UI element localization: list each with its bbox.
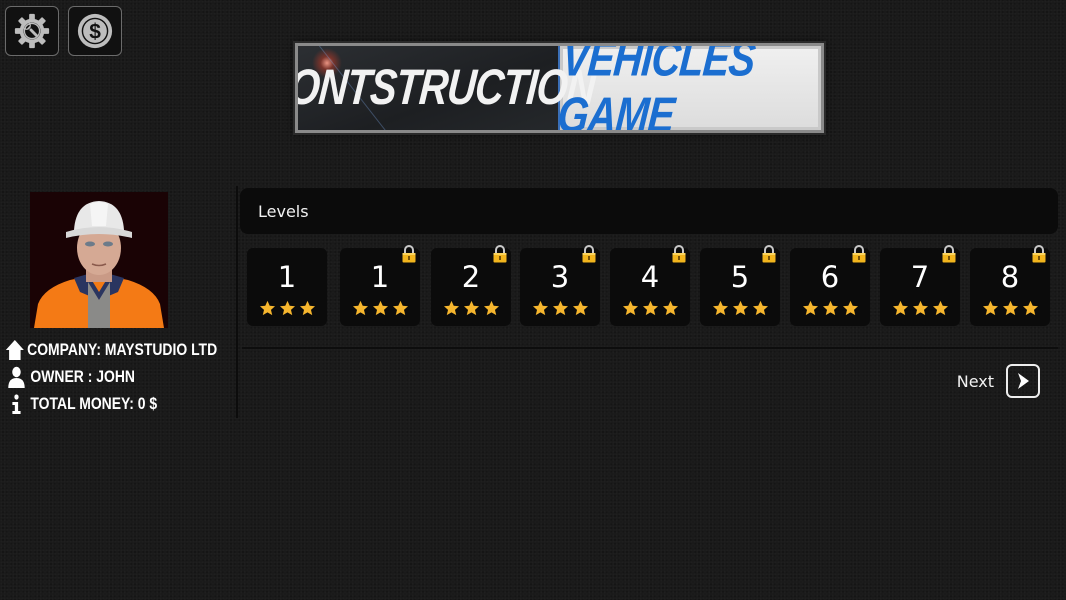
star-icon: [802, 300, 818, 316]
settings-button[interactable]: [5, 6, 59, 56]
lock-icon: [401, 245, 417, 267]
star-icon: [1022, 300, 1038, 316]
home-icon: [5, 339, 24, 360]
company-row: COMPANY: MAYSTUDIO LTD: [5, 336, 217, 363]
star-icon: [279, 300, 295, 316]
owner-label: OWNER : JOHN: [30, 366, 135, 386]
level-tile[interactable]: 1: [247, 248, 327, 326]
level-number: 1: [277, 260, 297, 294]
profile-info: COMPANY: MAYSTUDIO LTD OWNER : JOHN TOTA…: [5, 336, 235, 417]
star-icon: [392, 300, 408, 316]
levels-header: Levels: [240, 188, 1058, 234]
level-tile[interactable]: 2: [431, 245, 511, 326]
lock-icon: [761, 245, 777, 267]
next-page-button[interactable]: Next: [957, 364, 1040, 398]
game-title-banner: Contstruction Vehicles Game: [295, 43, 824, 133]
level-tile[interactable]: 4: [610, 245, 690, 326]
star-icon: [822, 300, 838, 316]
total-money-label: TOTAL MONEY: 0 $: [30, 393, 158, 413]
star-icon: [842, 300, 858, 316]
company-label: COMPANY: MAYSTUDIO LTD: [27, 339, 218, 359]
level-stars: [520, 300, 600, 316]
star-icon: [483, 300, 499, 316]
money-row: TOTAL MONEY: 0 $: [5, 390, 194, 417]
level-tile[interactable]: 1: [340, 245, 420, 326]
banner-right-panel: Vehicles Game: [555, 46, 821, 130]
star-icon: [299, 300, 315, 316]
star-icon: [463, 300, 479, 316]
lock-icon: [851, 245, 867, 267]
level-tile[interactable]: 7: [880, 245, 960, 326]
levels-panel: Levels 112345678 Next: [236, 186, 1058, 418]
star-icon: [912, 300, 928, 316]
banner-title-right: Vehicles Game: [555, 43, 757, 133]
owner-row: OWNER : JOHN: [5, 363, 194, 390]
next-button-box[interactable]: [1006, 364, 1040, 398]
lock-icon: [1031, 245, 1047, 267]
level-stars: [247, 300, 327, 316]
svg-text:$: $: [89, 21, 101, 44]
level-tile[interactable]: 3: [520, 245, 600, 326]
banner-left-panel: Contstruction: [298, 46, 597, 130]
level-stars: [700, 300, 780, 316]
levels-title: Levels: [258, 201, 309, 221]
lock-icon: [941, 245, 957, 267]
star-icon: [752, 300, 768, 316]
next-label: Next: [956, 371, 994, 391]
star-icon: [352, 300, 368, 316]
panel-divider: [242, 347, 1058, 349]
star-icon: [552, 300, 568, 316]
chevron-right-icon: [1018, 373, 1029, 389]
star-icon: [732, 300, 748, 316]
star-icon: [662, 300, 678, 316]
level-stars: [431, 300, 511, 316]
star-icon: [572, 300, 588, 316]
star-icon: [622, 300, 638, 316]
user-icon: [8, 366, 25, 388]
level-stars: [970, 300, 1050, 316]
level-tile[interactable]: 5: [700, 245, 780, 326]
star-icon: [443, 300, 459, 316]
lock-icon: [671, 245, 687, 267]
star-icon: [892, 300, 908, 316]
star-icon: [259, 300, 275, 316]
construction-worker-avatar: [30, 192, 168, 328]
star-icon: [532, 300, 548, 316]
info-icon: [12, 393, 21, 414]
dollar-coin-icon: $: [77, 13, 113, 49]
level-stars: [340, 300, 420, 316]
star-icon: [712, 300, 728, 316]
gear-wrench-icon: [14, 13, 50, 49]
shop-money-button[interactable]: $: [68, 6, 122, 56]
level-stars: [610, 300, 690, 316]
level-stars: [790, 300, 870, 316]
lock-icon: [492, 245, 508, 267]
lock-icon: [581, 245, 597, 267]
star-icon: [372, 300, 388, 316]
star-icon: [932, 300, 948, 316]
star-icon: [642, 300, 658, 316]
banner-title-left: Contstruction: [295, 59, 598, 115]
level-tile[interactable]: 6: [790, 245, 870, 326]
star-icon: [982, 300, 998, 316]
star-icon: [1002, 300, 1018, 316]
level-tile[interactable]: 8: [970, 245, 1050, 326]
level-stars: [880, 300, 960, 316]
